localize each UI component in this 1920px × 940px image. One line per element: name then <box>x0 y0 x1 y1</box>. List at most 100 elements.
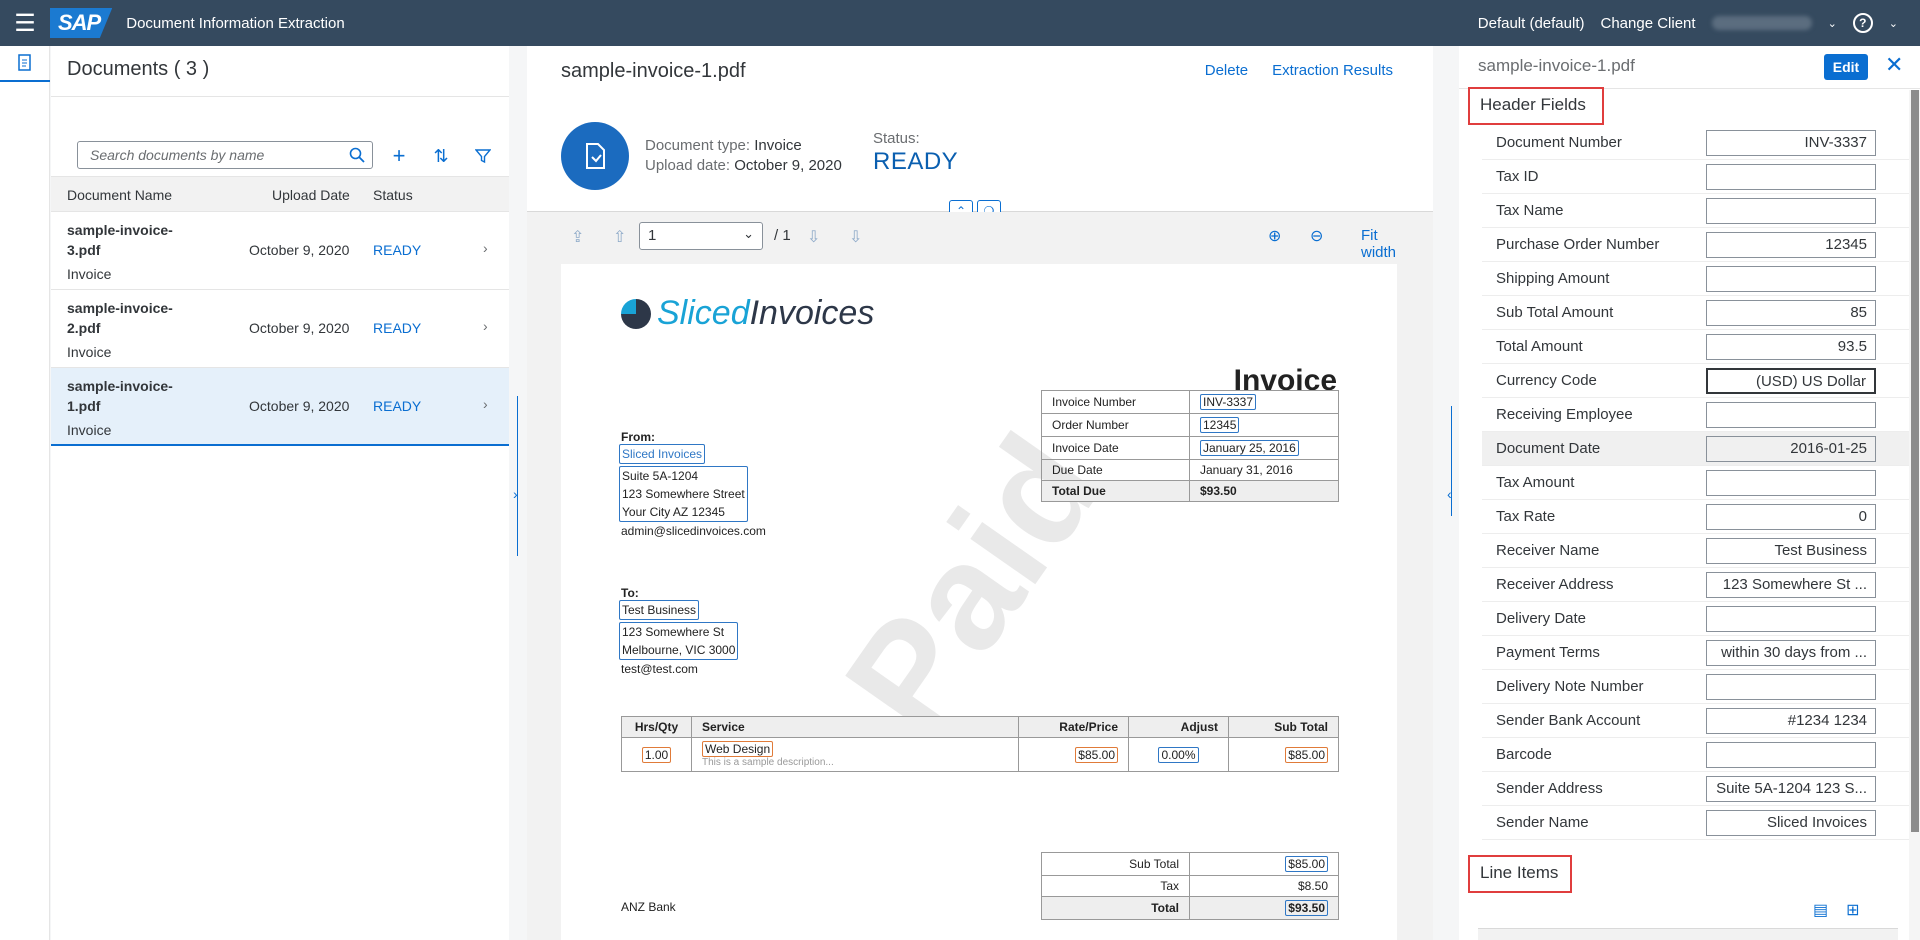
doc-type-value: Invoice <box>754 137 802 154</box>
field-row: Sender Name Sliced Invoices <box>1482 806 1910 840</box>
help-chevron-icon[interactable]: ⌄ <box>1889 17 1898 30</box>
previous-page-icon[interactable]: ⇧ <box>613 227 626 247</box>
document-row[interactable]: sample-invoice-2.pdf Invoice October 9, … <box>51 290 509 368</box>
chevron-right-icon[interactable]: › <box>483 318 488 334</box>
document-name: sample-invoice-3.pdf <box>67 222 173 258</box>
document-type: Invoice <box>67 344 112 360</box>
summary-value[interactable]: 12345 <box>1200 417 1240 433</box>
next-page-icon[interactable]: ⇩ <box>807 227 820 247</box>
filter-icon[interactable] <box>469 142 497 170</box>
field-value-input[interactable]: 12345 <box>1706 232 1876 258</box>
field-value-input[interactable]: Sliced Invoices <box>1706 810 1876 836</box>
field-value-input[interactable] <box>1706 470 1876 496</box>
document-row[interactable]: sample-invoice-3.pdf Invoice October 9, … <box>51 212 509 290</box>
column-header-name[interactable]: Document Name <box>67 187 172 203</box>
field-value-input[interactable]: Test Business <box>1706 538 1876 564</box>
field-value-input[interactable]: 2016-01-25 <box>1706 436 1876 462</box>
summary-value: $93.50 <box>1189 480 1339 502</box>
item-service[interactable]: Web Design <box>702 741 774 757</box>
document-list-nav-icon[interactable] <box>0 46 50 82</box>
tenant-label[interactable]: Default (default) <box>1478 15 1585 32</box>
chevron-down-icon[interactable]: ⌄ <box>743 226 754 242</box>
chevron-right-icon[interactable]: › <box>513 486 518 502</box>
scrollbar-thumb[interactable] <box>1911 90 1919 832</box>
add-row-icon[interactable]: ⊞ <box>1846 900 1859 920</box>
edit-button[interactable]: Edit <box>1824 54 1868 80</box>
sort-icon[interactable]: ⇅ <box>427 142 455 170</box>
item-subtotal[interactable]: $85.00 <box>1285 746 1328 763</box>
from-name[interactable]: Sliced Invoices <box>619 444 706 464</box>
field-value-input[interactable] <box>1706 606 1876 632</box>
change-client-link[interactable]: Change Client <box>1601 15 1696 32</box>
to-address-box[interactable]: 123 Somewhere St Melbourne, VIC 3000 <box>619 622 739 660</box>
field-value-input[interactable]: Suite 5A-1204 123 S... <box>1706 776 1876 802</box>
search-input[interactable] <box>88 142 338 168</box>
divider <box>51 96 509 97</box>
user-name-blurred[interactable] <box>1711 16 1812 30</box>
to-name[interactable]: Test Business <box>619 600 700 620</box>
page-select[interactable]: 1 ⌄ <box>639 222 763 250</box>
right-splitter[interactable]: ‹ <box>1433 46 1459 940</box>
field-row: Receiver Address 123 Somewhere St ... <box>1482 568 1910 602</box>
field-value-input[interactable]: 85 <box>1706 300 1876 326</box>
last-page-icon[interactable]: ⇩ <box>849 227 862 247</box>
field-value-input[interactable] <box>1706 674 1876 700</box>
address-line: Suite 5A-1204 <box>622 469 699 483</box>
splitter-bar[interactable] <box>517 396 518 556</box>
totals-value[interactable]: $93.50 <box>1285 900 1328 916</box>
close-icon[interactable]: ✕ <box>1885 52 1903 78</box>
field-label: Payment Terms <box>1496 644 1600 661</box>
zoom-in-icon[interactable]: ⊕ <box>1268 226 1281 246</box>
collapse-rows-icon[interactable]: ▤ <box>1813 900 1828 920</box>
chevron-right-icon[interactable]: › <box>483 240 488 256</box>
column-header-date[interactable]: Upload Date <box>272 187 350 203</box>
chevron-right-icon[interactable]: › <box>483 396 488 412</box>
add-icon[interactable]: + <box>385 142 413 170</box>
search-icon[interactable] <box>349 147 365 166</box>
side-navigation <box>0 46 50 940</box>
search-field[interactable] <box>77 141 373 169</box>
chevron-left-icon[interactable]: ‹ <box>1447 486 1452 502</box>
field-label: Delivery Date <box>1496 610 1587 627</box>
field-label: Total Amount <box>1496 338 1583 355</box>
fit-width-button[interactable]: Fit width <box>1361 227 1403 261</box>
help-icon[interactable]: ? <box>1852 13 1873 33</box>
extraction-results-button[interactable]: Extraction Results <box>1272 62 1393 79</box>
column-header-status[interactable]: Status <box>373 187 413 203</box>
summary-value[interactable]: January 25, 2016 <box>1200 440 1299 456</box>
chevron-down-icon[interactable]: ⌄ <box>1828 17 1837 30</box>
menu-icon[interactable]: ☰ <box>0 0 50 46</box>
first-page-icon[interactable]: ⇪ <box>571 227 584 247</box>
field-value-input[interactable] <box>1706 198 1876 224</box>
field-value-input[interactable] <box>1706 742 1876 768</box>
document-type: Invoice <box>67 422 112 438</box>
summary-value[interactable]: INV-3337 <box>1200 394 1257 410</box>
from-label: From: <box>621 430 655 444</box>
field-value-input[interactable]: 0 <box>1706 504 1876 530</box>
field-value-input[interactable] <box>1706 164 1876 190</box>
field-value-input[interactable] <box>1706 402 1876 428</box>
item-adjust[interactable]: 0.00% <box>1158 746 1199 763</box>
bank-name: ANZ Bank <box>621 900 676 914</box>
field-value-input[interactable]: within 30 days from ... <box>1706 640 1876 666</box>
status-text: READY <box>373 320 422 336</box>
document-row-selected[interactable]: sample-invoice-1.pdf Invoice October 9, … <box>51 368 509 446</box>
from-address-box[interactable]: Suite 5A-1204 123 Somewhere Street Your … <box>619 466 748 522</box>
delete-button[interactable]: Delete <box>1205 62 1248 79</box>
field-value-input[interactable]: (USD) US Dollar <box>1706 368 1876 394</box>
field-value-input[interactable]: INV-3337 <box>1706 130 1876 156</box>
left-splitter[interactable]: › <box>509 46 527 940</box>
field-value-input[interactable]: 123 Somewhere St ... <box>1706 572 1876 598</box>
field-value-input[interactable] <box>1706 266 1876 292</box>
item-rate[interactable]: $85.00 <box>1075 746 1118 763</box>
field-label: Sender Bank Account <box>1496 712 1641 729</box>
field-value-input[interactable]: #1234 1234 <box>1706 708 1876 734</box>
zoom-out-icon[interactable]: ⊖ <box>1310 226 1323 246</box>
field-value-input[interactable]: 93.5 <box>1706 334 1876 360</box>
sap-logo[interactable]: SAP <box>50 8 113 38</box>
field-label: Receiver Address <box>1496 576 1614 593</box>
results-scrollbar[interactable] <box>1909 90 1920 940</box>
item-qty[interactable]: 1.00 <box>641 746 672 763</box>
header-fields-title: Header Fields <box>1468 87 1604 125</box>
totals-value[interactable]: $85.00 <box>1285 856 1328 872</box>
